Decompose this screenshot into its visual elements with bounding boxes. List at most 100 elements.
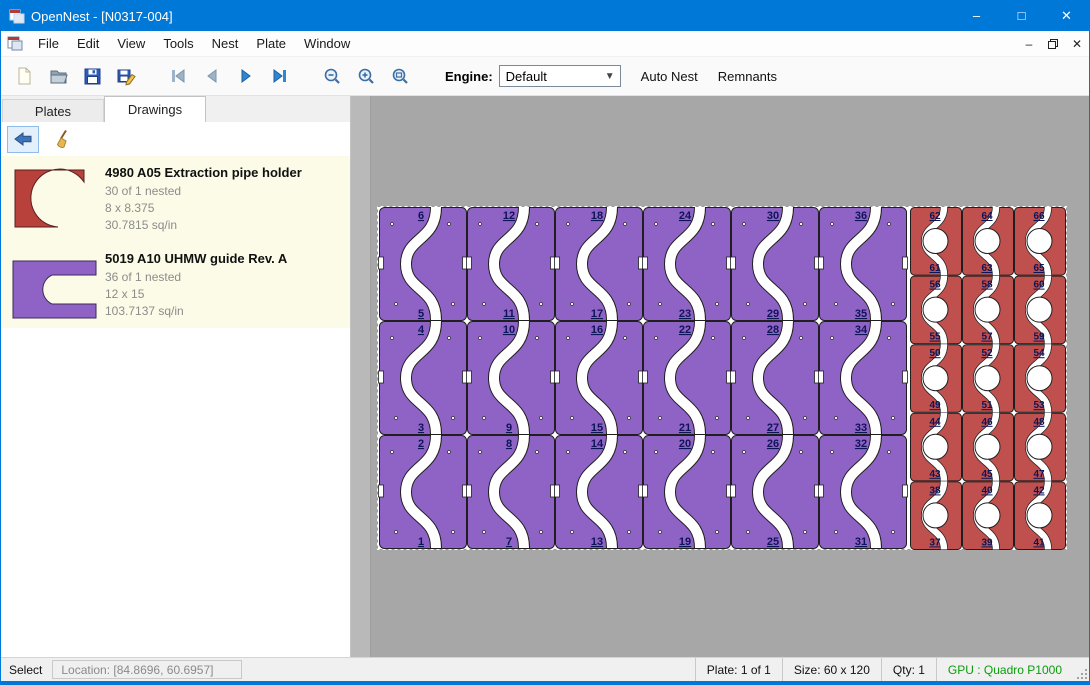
mdi-minimize-button[interactable]: – <box>1017 33 1041 55</box>
engine-label: Engine: <box>445 69 493 84</box>
svg-text:66: 66 <box>1033 211 1045 222</box>
save-button[interactable] <box>77 61 107 91</box>
svg-text:57: 57 <box>981 332 993 343</box>
red-part-pair[interactable]: 6463 <box>963 207 1014 275</box>
red-part-pair[interactable]: 3837 <box>911 481 962 549</box>
red-part-shape-icon <box>6 163 101 235</box>
purple-part-pair[interactable]: 2221 <box>643 321 732 435</box>
purple-part-pair[interactable]: 3231 <box>819 435 908 549</box>
purple-part-pair[interactable]: 1615 <box>555 321 644 435</box>
red-part-pair[interactable]: 4241 <box>1015 481 1066 549</box>
svg-text:42: 42 <box>1033 485 1045 496</box>
tab-drawings[interactable]: Drawings <box>104 96 206 122</box>
purple-part-pair[interactable]: 2827 <box>731 321 820 435</box>
maximize-button[interactable]: □ <box>999 1 1044 31</box>
svg-text:43: 43 <box>929 469 941 480</box>
view-left-strip <box>351 96 371 657</box>
svg-text:25: 25 <box>767 536 779 548</box>
red-part-pair[interactable]: 5857 <box>963 276 1014 344</box>
svg-text:53: 53 <box>1033 400 1045 411</box>
red-part-pair[interactable]: 6261 <box>911 207 962 275</box>
red-part-pair[interactable]: 6059 <box>1015 276 1066 344</box>
zoom-fit-button[interactable] <box>385 61 415 91</box>
zoom-fit-icon <box>390 66 410 86</box>
resize-grip-icon[interactable] <box>1073 658 1089 681</box>
svg-text:62: 62 <box>929 211 941 222</box>
svg-text:7: 7 <box>506 536 512 548</box>
menu-nest[interactable]: Nest <box>203 32 248 55</box>
red-part-pair[interactable]: 6665 <box>1015 207 1066 275</box>
purple-part-pair[interactable]: 2019 <box>643 435 732 549</box>
purple-part-pair[interactable]: 1413 <box>555 435 644 549</box>
red-part-pair[interactable]: 4443 <box>911 413 962 481</box>
svg-text:4: 4 <box>418 324 425 336</box>
new-button[interactable] <box>9 61 39 91</box>
purple-part-pair[interactable]: 1817 <box>555 207 644 321</box>
menu-edit[interactable]: Edit <box>68 32 108 55</box>
svg-text:60: 60 <box>1033 280 1045 291</box>
purple-part-pair[interactable]: 65 <box>379 207 468 321</box>
minimize-button[interactable]: – <box>954 1 999 31</box>
remnants-button[interactable]: Remnants <box>718 69 777 84</box>
purple-part-pair[interactable]: 26 25 <box>731 435 820 549</box>
document-icon <box>7 36 23 51</box>
svg-text:56: 56 <box>929 280 941 291</box>
return-arrow-button[interactable] <box>7 126 39 153</box>
svg-text:36: 36 <box>855 210 867 222</box>
engine-select[interactable]: Default ▼ <box>499 65 621 87</box>
svg-text:29: 29 <box>767 308 779 320</box>
red-part-pair[interactable]: 4039 <box>963 481 1014 549</box>
red-part-pair[interactable]: 4645 <box>963 413 1014 481</box>
red-part-pair[interactable]: 5453 <box>1015 344 1066 412</box>
svg-text:26: 26 <box>767 438 779 450</box>
purple-part-pair[interactable]: 43 <box>379 321 468 435</box>
purple-part-pair[interactable]: 3433 <box>819 321 908 435</box>
red-part-pair[interactable]: 5049 <box>911 344 962 412</box>
sidebar-tabs: Plates Drawings <box>1 96 350 122</box>
svg-text:5: 5 <box>418 308 424 320</box>
nest-view[interactable]: 6512111817242330293635431091615222128273… <box>351 96 1089 657</box>
svg-text:20: 20 <box>679 438 691 450</box>
clear-broom-button[interactable] <box>47 126 79 153</box>
svg-text:11: 11 <box>503 308 515 320</box>
zoom-in-button[interactable] <box>351 61 381 91</box>
red-part-pair[interactable]: 4847 <box>1015 413 1066 481</box>
purple-part-pair[interactable]: 3029 <box>731 207 820 321</box>
purple-part-pair[interactable]: 3635 <box>819 207 908 321</box>
purple-part-pair[interactable]: 109 <box>467 321 556 435</box>
go-last-button[interactable] <box>265 61 295 91</box>
menu-view[interactable]: View <box>108 32 154 55</box>
svg-text:39: 39 <box>981 537 993 548</box>
go-previous-button[interactable] <box>197 61 227 91</box>
go-next-button[interactable] <box>231 61 261 91</box>
plate-canvas[interactable]: 6512111817242330293635431091615222128273… <box>377 206 1067 550</box>
red-part-pair[interactable]: 5655 <box>911 276 962 344</box>
drawing-list-item[interactable]: 4980 A05 Extraction pipe holder 30 of 1 … <box>1 156 350 242</box>
save-as-icon <box>116 66 136 86</box>
save-as-button[interactable] <box>111 61 141 91</box>
purple-part-pair[interactable]: 21 <box>379 435 468 549</box>
tab-plates[interactable]: Plates <box>2 99 104 122</box>
purple-part-pair[interactable]: 2423 <box>643 207 732 321</box>
menu-tools[interactable]: Tools <box>154 32 202 55</box>
menu-file[interactable]: File <box>29 32 68 55</box>
drawing-info: 5019 A10 UHMW guide Rev. A 36 of 1 neste… <box>105 242 287 328</box>
menu-window[interactable]: Window <box>295 32 359 55</box>
mdi-close-button[interactable]: ✕ <box>1065 33 1089 55</box>
status-mode: Select <box>1 663 52 677</box>
auto-nest-button[interactable]: Auto Nest <box>641 69 698 84</box>
window-title: OpenNest - [N0317-004] <box>31 9 173 24</box>
drawing-list-item[interactable]: 5019 A10 UHMW guide Rev. A 36 of 1 neste… <box>1 242 350 328</box>
red-part-pair[interactable]: 5251 <box>963 344 1014 412</box>
mdi-restore-button[interactable] <box>1041 33 1065 55</box>
close-button[interactable]: ✕ <box>1044 1 1089 31</box>
svg-text:45: 45 <box>981 469 993 480</box>
go-first-button[interactable] <box>163 61 193 91</box>
open-folder-icon <box>48 66 68 86</box>
zoom-out-button[interactable] <box>317 61 347 91</box>
purple-part-pair[interactable]: 1211 <box>467 207 556 321</box>
sidebar: Plates Drawings <box>1 96 351 657</box>
open-button[interactable] <box>43 61 73 91</box>
purple-part-pair[interactable]: 87 <box>467 435 556 549</box>
menu-plate[interactable]: Plate <box>247 32 295 55</box>
